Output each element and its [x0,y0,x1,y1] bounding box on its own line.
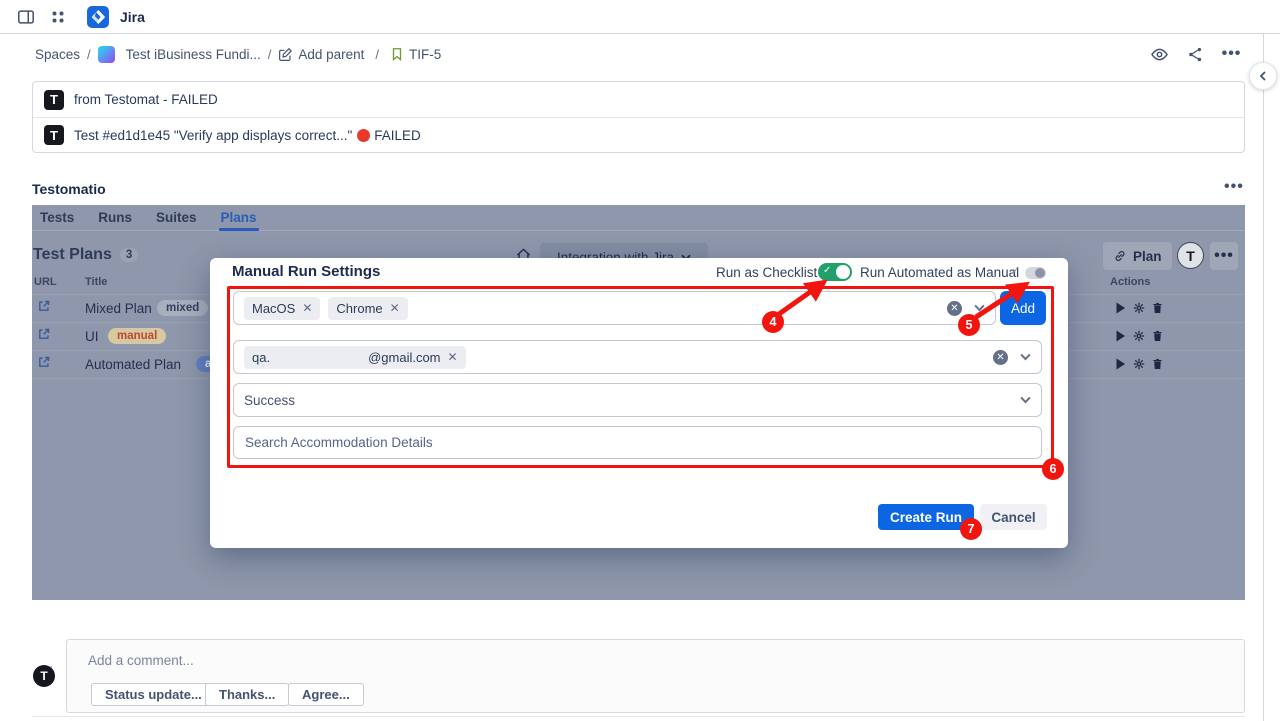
environment-multiselect[interactable]: MacOS✕ Chrome✕ ✕ [233,291,996,325]
chevron-down-icon[interactable] [974,304,985,312]
redacted-email [277,352,361,362]
tab-tests[interactable]: Tests [40,205,74,231]
linked-test-results: T from Testomat - FAILED T Test #ed1d1e4… [32,81,1245,153]
plan-badge: manual [108,328,166,344]
run-play-icon[interactable] [1115,330,1126,342]
quick-reply-status[interactable]: Status update... [91,683,216,706]
testomat-icon: T [44,90,64,110]
failed-dot-icon [357,129,370,142]
column-header-title: Title [85,276,107,288]
panel-divider [1263,34,1264,721]
breadcrumb: Spaces / Test iBusiness Fundi... / Add p… [32,40,1245,68]
collapse-panel-button[interactable] [1249,62,1277,90]
annotation-step-7: 7 [960,518,982,540]
row-settings-gear-icon[interactable] [1133,330,1145,342]
assignee-multiselect[interactable]: qa.@gmail.com✕ ✕ [233,340,1042,374]
tab-runs[interactable]: Runs [98,205,132,231]
external-link-icon[interactable] [37,327,51,346]
test-result-row[interactable]: T from Testomat - FAILED [33,82,1244,117]
clear-select-icon[interactable]: ✕ [993,350,1008,365]
breadcrumb-spaces[interactable]: Spaces [35,47,80,62]
add-environment-button[interactable]: Add [1000,291,1046,325]
page-more-icon[interactable]: ••• [1215,40,1248,68]
env-tag-chrome: Chrome✕ [328,297,407,320]
comment-placeholder[interactable]: Add a comment... [88,653,194,668]
testomat-icon: T [44,125,64,145]
run-play-icon[interactable] [1115,302,1126,314]
sidebar-toggle-icon[interactable] [12,3,40,31]
annotation-step-4: 4 [762,311,784,333]
column-header-actions: Actions [1110,276,1150,288]
run-as-checklist-label: Run as Checklist [716,265,817,280]
annotation-step-5: 5 [958,314,980,336]
breadcrumb-project[interactable]: Test iBusiness Fundi... [98,46,261,63]
top-navigation-bar: Jira [0,0,1280,34]
project-icon [98,46,115,63]
chevron-left-icon [1258,71,1268,81]
plugin-more-icon[interactable]: ••• [1224,178,1244,196]
env-tag-macos: MacOS✕ [244,297,320,320]
jira-logo-icon[interactable] [84,3,112,31]
run-title-input[interactable] [233,426,1042,459]
chevron-down-icon[interactable] [1020,396,1031,404]
cancel-button[interactable]: Cancel [980,504,1047,530]
plans-count-badge: 3 [120,248,138,262]
breadcrumb-issue[interactable]: TIF-5 [390,47,441,62]
testomat-avatar[interactable]: T [1177,242,1204,269]
plan-link-button[interactable]: Plan [1103,242,1172,270]
add-parent-button[interactable]: Add parent [278,47,364,62]
annotation-step-6: 6 [1042,458,1064,480]
row-settings-gear-icon[interactable] [1133,358,1145,370]
modal-title: Manual Run Settings [232,263,380,280]
run-automated-label: Run Automated as Manual [860,265,1019,280]
bottom-divider [32,716,1245,717]
column-header-url: URL [34,276,57,288]
tab-plans[interactable]: Plans [221,205,257,231]
external-link-icon[interactable] [37,355,51,374]
edit-pencil-icon [278,47,293,62]
remove-tag-icon[interactable]: ✕ [302,301,312,315]
jira-page: Jira Create Add payment details T' Space… [0,0,1280,721]
quick-reply-thanks[interactable]: Thanks... [205,683,289,706]
plan-badge: mixed [157,300,208,316]
run-play-icon[interactable] [1115,358,1126,370]
test-result-row[interactable]: T Test #ed1d1e45 "Verify app displays co… [33,117,1244,152]
remove-tag-icon[interactable]: ✕ [448,350,458,364]
watch-eye-icon[interactable] [1143,40,1176,68]
chevron-down-icon[interactable] [1020,353,1031,361]
run-as-checklist-toggle[interactable]: ✓ [818,263,852,281]
plans-more-icon[interactable]: ••• [1210,242,1238,270]
tab-suites[interactable]: Suites [156,205,197,231]
row-settings-gear-icon[interactable] [1133,302,1145,314]
plugin-section-title: Testomatio [32,181,106,197]
run-automated-toggle[interactable] [1025,267,1046,279]
delete-trash-icon[interactable] [1152,358,1163,370]
comment-box[interactable]: Add a comment... Status update... Thanks… [66,639,1245,713]
clear-select-icon[interactable]: ✕ [947,301,962,316]
status-select[interactable]: Success [233,383,1042,417]
app-title: Jira [120,9,145,25]
manual-run-settings-modal: Manual Run Settings Run as Checklist ✓ R… [210,258,1068,548]
assignee-tag: qa.@gmail.com✕ [244,346,466,369]
test-plans-heading: Test Plans 3 [33,246,138,264]
bookmark-icon [390,47,404,61]
external-link-icon[interactable] [37,299,51,318]
delete-trash-icon[interactable] [1152,330,1163,342]
remove-tag-icon[interactable]: ✕ [390,301,400,315]
app-switcher-icon[interactable] [44,3,72,31]
link-icon [1113,249,1127,263]
plugin-tabs: Tests Runs Suites Plans [32,205,1245,231]
delete-trash-icon[interactable] [1152,302,1163,314]
share-icon[interactable] [1179,40,1212,68]
comment-avatar: T' [33,665,55,687]
quick-reply-agree[interactable]: Agree... [288,683,364,706]
check-icon: ✓ [1011,264,1020,277]
